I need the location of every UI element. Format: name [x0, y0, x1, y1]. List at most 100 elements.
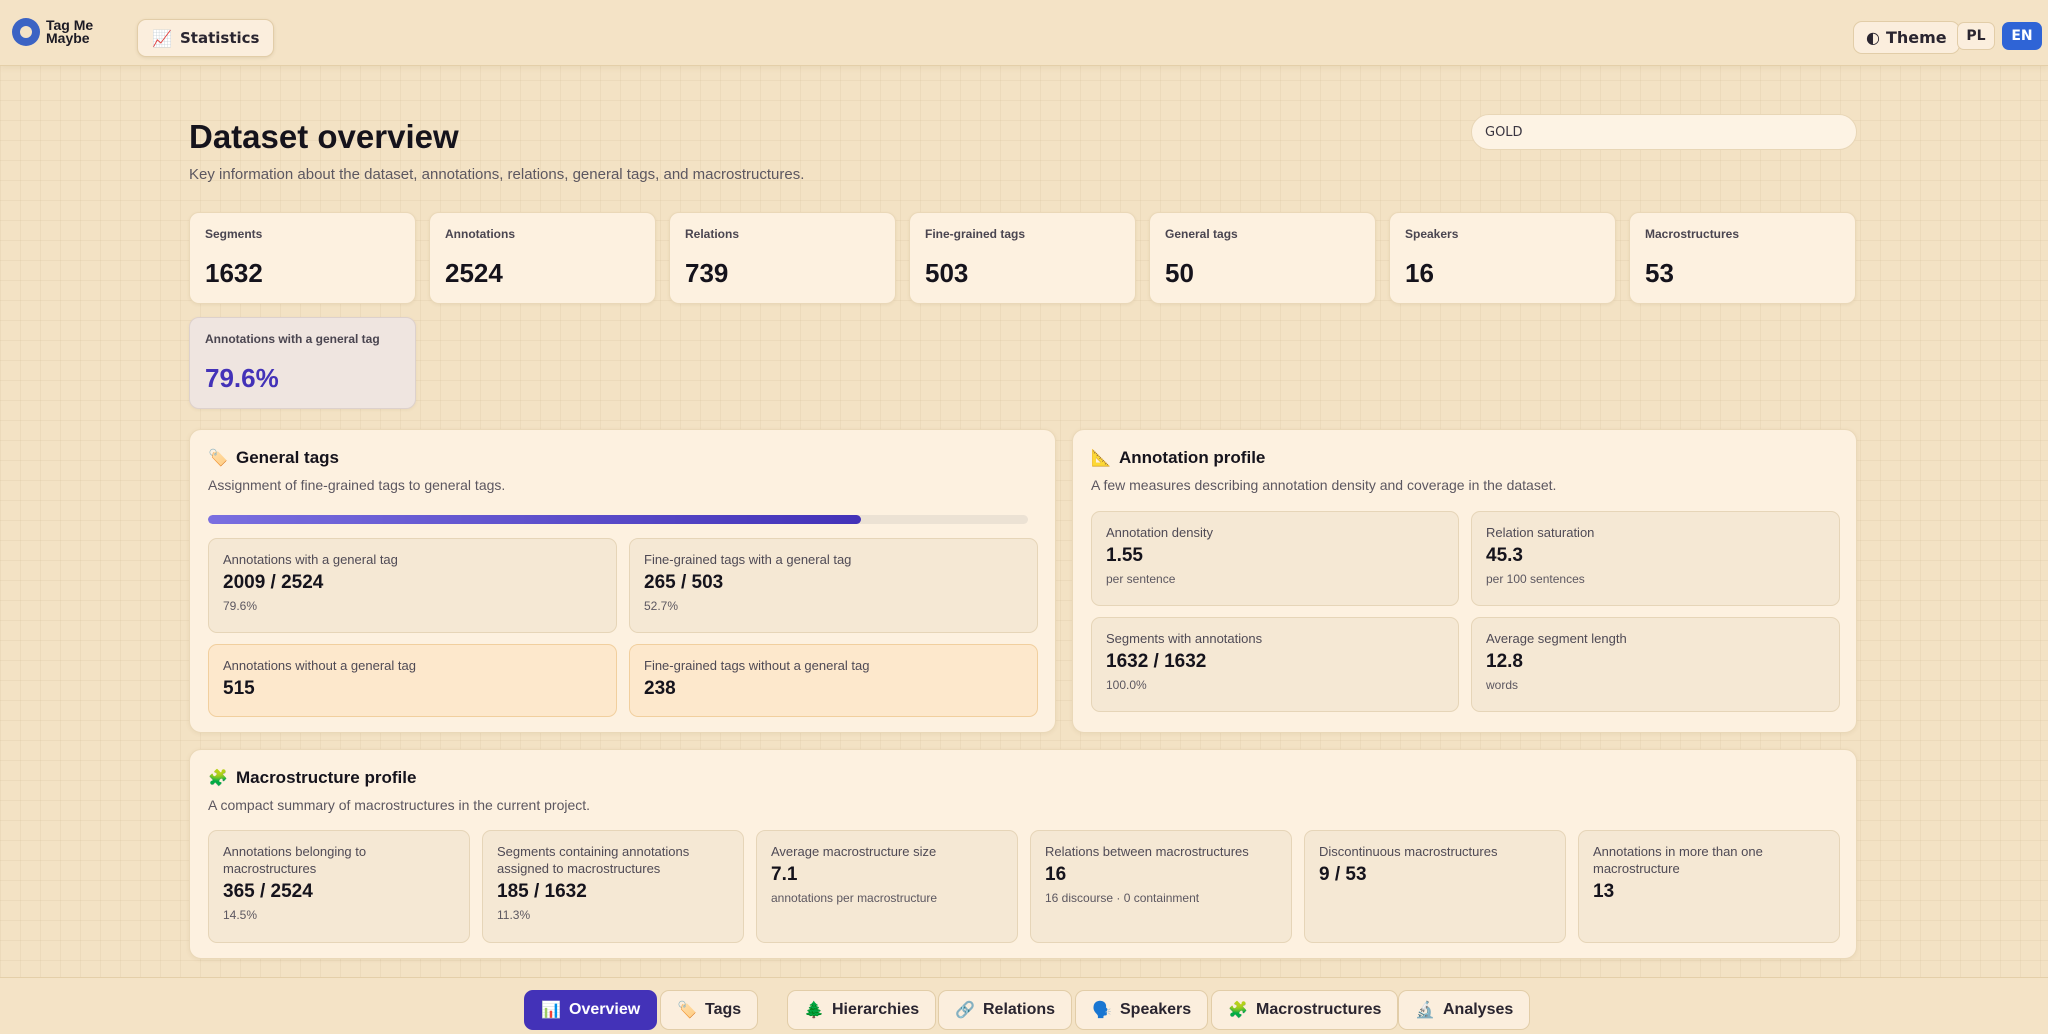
tab-tags[interactable]: 🏷️ Tags [660, 990, 759, 1030]
stat-label: General tags [1165, 227, 1238, 241]
puzzle-icon: 🧩 [208, 770, 228, 787]
metric-card: Segments with annotations 1632 / 1632 10… [1091, 617, 1459, 712]
metric-card: Fine-grained tags with a general tag 265… [629, 538, 1038, 633]
theme-label: Theme [1885, 28, 1947, 47]
theme-toggle-button[interactable]: ◐ Theme [1853, 21, 1960, 54]
metric-label: Discontinuous macrostructures [1319, 844, 1498, 859]
statistics-button[interactable]: 📈 Statistics [137, 19, 275, 57]
logo-text-line2: Maybe [46, 30, 90, 46]
stat-card-general-tag-coverage: Annotations with a general tag 79.6% [189, 317, 416, 409]
tag-icon: 🏷️ [208, 450, 228, 467]
dataset-select-value: GOLD [1485, 124, 1523, 140]
speaking-head-icon: 🗣️ [1092, 1002, 1112, 1019]
metric-value: 12.8 [1486, 651, 1523, 672]
metric-label: Annotations with a general tag [223, 552, 398, 567]
metric-label: Fine-grained tags with a general tag [644, 552, 852, 567]
tab-speakers[interactable]: 🗣️ Speakers [1075, 990, 1209, 1030]
tab-macrostructures[interactable]: 🧩 Macrostructures [1211, 990, 1399, 1030]
tab-label: Speakers [1120, 1001, 1192, 1018]
panel-title-text: Macrostructure profile [236, 768, 417, 787]
stat-value: 2524 [445, 258, 503, 288]
tab-overview[interactable]: 📊 Overview [524, 990, 658, 1030]
stat-card-segments: Segments 1632 [189, 212, 416, 304]
metric-label: Annotation density [1106, 525, 1213, 540]
stat-card-general-tags: General tags 50 [1149, 212, 1376, 304]
metric-value: 365 / 2524 [223, 881, 313, 902]
tab-label: Tags [705, 1001, 742, 1018]
metric-card-warning: Annotations without a general tag 515 [208, 644, 617, 717]
puzzle-icon: 🧩 [1228, 1002, 1248, 1019]
metric-card: Segments containing annotations assigned… [482, 830, 744, 943]
stat-value: 739 [685, 258, 729, 288]
stat-label: Annotations [445, 227, 515, 241]
metric-card: Relations between macrostructures 16 16 … [1030, 830, 1292, 943]
metric-label: Annotations without a general tag [223, 658, 416, 673]
stat-value: 79.6% [205, 363, 279, 393]
logo-text: Tag Me Maybe [46, 18, 93, 46]
metric-label: Annotations in more than one macrostruct… [1593, 844, 1763, 876]
dataset-select[interactable]: GOLD [1471, 114, 1857, 150]
progress-fill [208, 515, 861, 524]
panel-title-text: Annotation profile [1119, 448, 1266, 467]
stat-value: 53 [1645, 258, 1674, 288]
metric-value: 1.55 [1106, 545, 1143, 566]
stat-label: Speakers [1405, 227, 1459, 241]
language-pl-button[interactable]: PL [1957, 22, 1995, 50]
metric-card: Annotations with a general tag 2009 / 25… [208, 538, 617, 633]
tab-label: Analyses [1443, 1001, 1514, 1018]
metric-value: 2009 / 2524 [223, 572, 324, 593]
tab-analyses[interactable]: 🔬 Analyses [1398, 990, 1531, 1030]
logo-icon [12, 18, 40, 46]
metric-sub: 79.6% [223, 599, 258, 613]
bottom-nav: 📊 Overview 🏷️ Tags 🌲 Hierarchies 🔗 Relat… [0, 977, 2048, 1034]
metric-value: 265 / 503 [644, 572, 724, 593]
annotation-profile-panel: 📐 Annotation profile A few measures desc… [1072, 429, 1857, 733]
metric-sub: 52.7% [644, 599, 679, 613]
panel-title: 🏷️ General tags [208, 448, 339, 468]
metric-value: 7.1 [771, 864, 798, 885]
metric-sub: 100.0% [1106, 678, 1147, 692]
top-bar: Tag Me Maybe 📈 Statistics ◐ Theme PL EN [0, 0, 2048, 66]
tab-relations[interactable]: 🔗 Relations [938, 990, 1073, 1030]
metric-sub: words [1486, 678, 1519, 692]
metric-label: Relation saturation [1486, 525, 1595, 540]
metric-sub: 16 discourse · 0 containment [1045, 891, 1200, 905]
tab-label: Overview [569, 1001, 641, 1018]
stat-value: 1632 [205, 258, 263, 288]
chart-increasing-icon: 📈 [152, 28, 172, 48]
app-logo[interactable]: Tag Me Maybe [12, 18, 93, 46]
metric-card-warning: Fine-grained tags without a general tag … [629, 644, 1038, 717]
half-circle-icon: ◐ [1866, 28, 1880, 47]
panel-description: A few measures describing annotation den… [1091, 477, 1557, 493]
metric-card: Relation saturation 45.3 per 100 sentenc… [1471, 511, 1840, 606]
stat-label: Relations [685, 227, 740, 241]
tab-label: Relations [983, 1001, 1056, 1018]
metric-value: 9 / 53 [1319, 864, 1367, 885]
metric-value: 1632 / 1632 [1106, 651, 1207, 672]
metric-card: Average macrostructure size 7.1 annotati… [756, 830, 1018, 943]
metric-label: Annotations belonging to macrostructures [223, 844, 367, 876]
metric-value: 45.3 [1486, 545, 1523, 566]
metric-value: 16 [1045, 864, 1067, 885]
metric-card: Discontinuous macrostructures 9 / 53 [1304, 830, 1566, 943]
metric-label: Average segment length [1486, 631, 1627, 646]
stat-card-relations: Relations 739 [669, 212, 896, 304]
metric-label: Average macrostructure size [771, 844, 937, 859]
language-en-button[interactable]: EN [2002, 22, 2042, 50]
page-subtitle: Key information about the dataset, annot… [189, 166, 805, 183]
panel-title-text: General tags [236, 448, 339, 467]
stat-value: 16 [1405, 258, 1434, 288]
metric-label: Segments with annotations [1106, 631, 1263, 646]
metric-sub: annotations per macrostructure [771, 891, 938, 905]
general-tag-progress-bar [208, 515, 1028, 524]
metric-sub: 11.3% [497, 908, 531, 922]
metric-label: Fine-grained tags without a general tag [644, 658, 870, 673]
bar-chart-icon: 📊 [541, 1002, 561, 1019]
metric-sub: per 100 sentences [1486, 572, 1585, 586]
tab-hierarchies[interactable]: 🌲 Hierarchies [787, 990, 937, 1030]
metric-card: Annotations in more than one macrostruct… [1578, 830, 1840, 943]
link-icon: 🔗 [955, 1002, 975, 1019]
stat-label: Macrostructures [1645, 227, 1740, 241]
metric-value: 13 [1593, 881, 1615, 902]
metric-card: Annotation density 1.55 per sentence [1091, 511, 1459, 606]
